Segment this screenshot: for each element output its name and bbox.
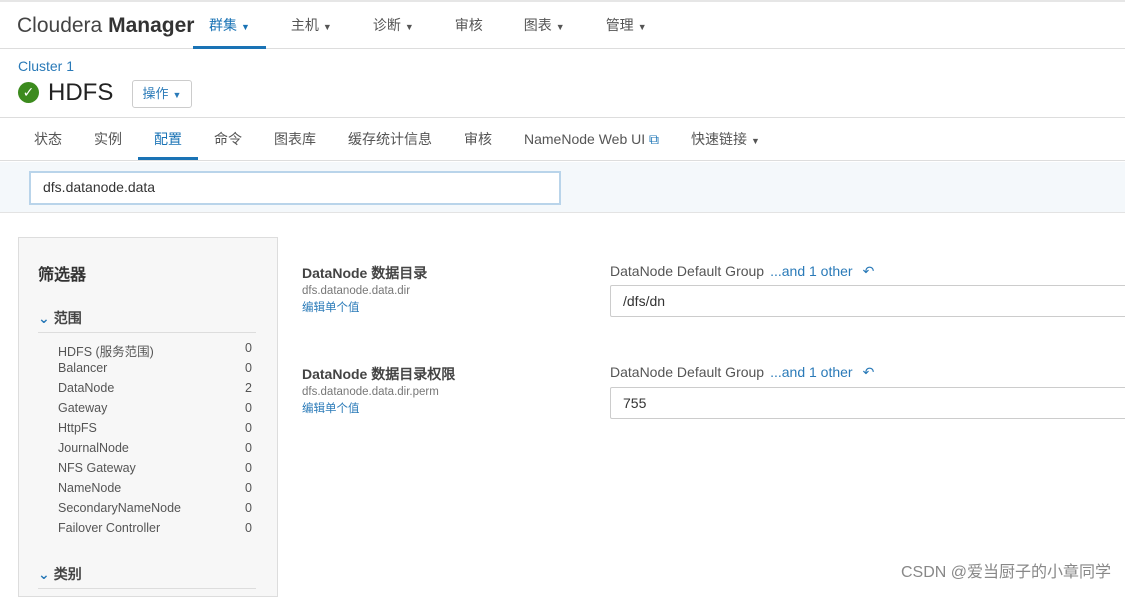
other-groups-link[interactable]: ...and 1 other [770,364,853,380]
tab-status[interactable]: 状态 [18,118,78,160]
external-link-icon: ⧉ [649,131,660,147]
config-group-row: DataNode Default Group ...and 1 other ↶ [610,263,874,280]
category-section-toggle[interactable]: ⌄ 类别 [38,564,256,589]
nav-charts[interactable]: 图表 ▼ [508,2,581,49]
config-search-input[interactable]: dfs.datanode.data [29,171,561,205]
logo-text: Cloudera [17,14,103,37]
group-name: DataNode Default Group [610,263,765,279]
config-item-label: DataNode 数据目录 dfs.datanode.data.dir 编辑单个… [302,263,427,315]
service-tabs: 状态 实例 配置 命令 图表库 缓存统计信息 审核 NameNode Web U… [0,117,1125,161]
group-name: DataNode Default Group [610,364,765,380]
nav-admin[interactable]: 管理 ▼ [590,2,663,49]
tab-namenode-web-ui[interactable]: NameNode Web UI ⧉ [508,118,675,160]
watermark: CSDN @爱当厨子的小章同学 [900,564,1111,581]
breadcrumb-cluster[interactable]: Cluster 1 [18,58,74,74]
undo-icon[interactable]: ↶ [863,263,875,279]
filter-panel: 筛选器 ⌄ 范围 HDFS (服务范围) 0 Balancer 0 DataNode 2… [18,237,278,597]
config-name: DataNode 数据目录权限 [302,366,456,382]
edit-individual-values-link[interactable]: 编辑单个值 [302,299,427,315]
tab-quick-links[interactable]: 快速链接 ▼ [675,118,776,160]
other-groups-link[interactable]: ...and 1 other [770,263,853,279]
undo-icon[interactable]: ↶ [863,364,875,380]
edit-individual-values-link[interactable]: 编辑单个值 [302,400,455,416]
caret-down-icon: ▼ [555,22,565,32]
caret-down-icon: ▼ [322,22,332,32]
tab-commands[interactable]: 命令 [198,118,258,160]
filter-item[interactable]: SecondaryNameNode 0 [58,501,252,521]
status-ok-icon: ✓ [18,82,39,103]
main-nav: 群集 ▼ 主机 ▼ 诊断 ▼ 审核 图表 ▼ 管理 ▼ [193,2,672,49]
tab-configuration[interactable]: 配置 [138,118,198,160]
filter-title: 筛选器 [38,267,87,284]
tab-chart-library[interactable]: 图表库 [258,118,332,160]
actions-button[interactable]: 操作 ▼ [132,80,192,108]
config-group-row: DataNode Default Group ...and 1 other ↶ [610,364,874,381]
nav-clusters[interactable]: 群集 ▼ [193,2,266,49]
caret-down-icon: ▼ [751,136,760,146]
filter-item[interactable]: Balancer 0 [58,361,252,381]
filter-item[interactable]: NFS Gateway 0 [58,461,252,481]
caret-down-icon: ▼ [404,22,414,32]
tab-audits[interactable]: 审核 [448,118,508,160]
tab-instances[interactable]: 实例 [78,118,138,160]
config-key: dfs.datanode.data.dir.perm [302,386,439,398]
filter-item[interactable]: HDFS (服务范围) 0 [58,341,252,361]
logo-text-bold: Manager [108,14,195,37]
config-value-input[interactable]: 755 [610,387,1125,419]
search-bar: dfs.datanode.data [0,162,1125,213]
tab-cache-statistics[interactable]: 缓存统计信息 [332,118,448,160]
filter-item[interactable]: Failover Controller 0 [58,521,252,541]
config-name: DataNode 数据目录 [302,265,428,281]
caret-down-icon: ▼ [241,22,250,32]
config-value-input[interactable]: /dfs/dn [610,285,1125,317]
scope-list: HDFS (服务范围) 0 Balancer 0 DataNode 2 Gateway… [58,341,252,541]
nav-hosts[interactable]: 主机 ▼ [275,2,348,49]
nav-diagnostics[interactable]: 诊断 ▼ [357,2,430,49]
chevron-down-icon: ⌄ [38,566,50,582]
scope-section-toggle[interactable]: ⌄ 范围 [38,308,256,333]
filter-item[interactable]: HttpFS 0 [58,421,252,441]
page-title: HDFS [48,79,114,106]
chevron-down-icon: ⌄ [38,310,50,326]
logo[interactable]: Cloudera Manager [17,14,194,38]
filter-item[interactable]: JournalNode 0 [58,441,252,461]
filter-item[interactable]: DataNode 2 [58,381,252,401]
filter-item[interactable]: NameNode 0 [58,481,252,501]
caret-down-icon: ▼ [637,22,647,32]
config-key: dfs.datanode.data.dir [302,285,411,297]
config-item-label: DataNode 数据目录权限 dfs.datanode.data.dir.pe… [302,364,455,416]
caret-down-icon: ▼ [172,90,182,100]
filter-item[interactable]: Gateway 0 [58,401,252,421]
nav-audits[interactable]: 审核 [439,2,499,49]
top-navbar: Cloudera Manager 群集 ▼ 主机 ▼ 诊断 ▼ 审核 图表 ▼ 管理 ▼ [0,0,1125,49]
